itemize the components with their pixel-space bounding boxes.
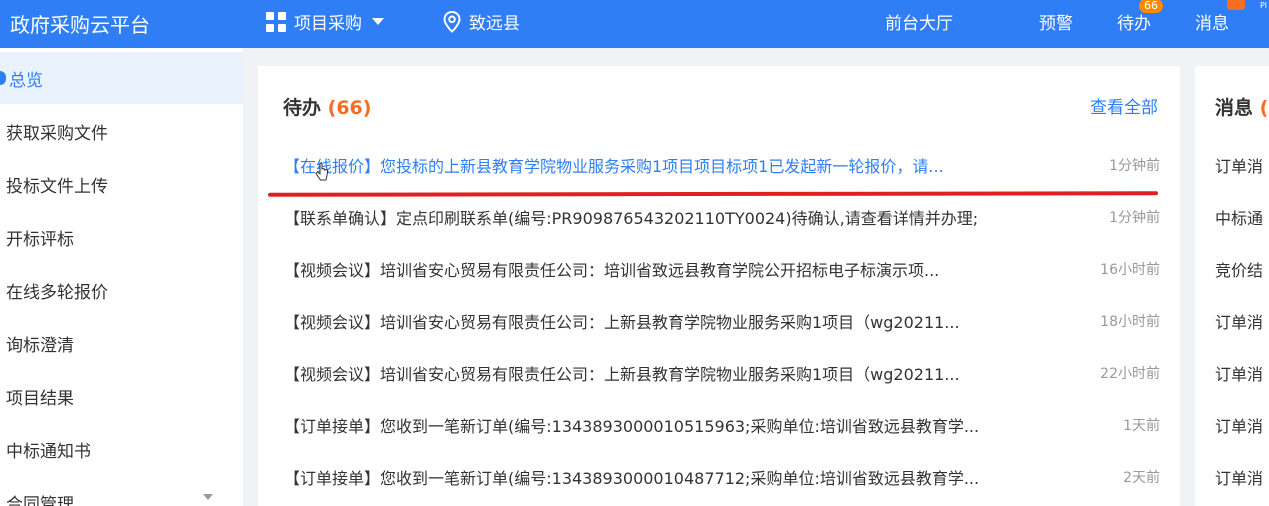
todo-count-badge: 66 <box>1139 0 1163 13</box>
todo-row-time: 1天前 <box>1123 418 1160 434</box>
sidebar-item-bid-upload[interactable]: 投标文件上传 <box>0 158 243 210</box>
chevron-down-icon <box>203 494 213 500</box>
sidebar-item-label: 中标通知书 <box>6 441 91 462</box>
brand-title[interactable]: 政府采购云平台 <box>10 9 150 38</box>
sidebar-item-award-notice[interactable]: 中标通知书 <box>0 423 243 475</box>
todo-row-time: 18小时前 <box>1100 314 1160 330</box>
sidebar: 总览 获取采购文件 投标文件上传 开标评标 在线多轮报价 询标澄清 项目结果 中… <box>0 48 243 506</box>
sidebar-item-bid-opening[interactable]: 开标评标 <box>0 211 243 263</box>
mouse-cursor-icon <box>315 162 329 186</box>
todo-panel-title: 待办 (66) <box>283 93 371 120</box>
location-label: 致远县 <box>469 14 520 34</box>
todo-row-text: 【订单接单】您收到一笔新订单(编号:134389300001048771​2;采… <box>284 469 980 488</box>
sidebar-item-results[interactable]: 项目结果 <box>0 370 243 422</box>
message-row[interactable]: 订单消 <box>1215 361 1263 385</box>
todo-row[interactable]: 【订单接单】您收到一笔新订单(编号:134389300001051596​3;采… <box>284 413 1160 443</box>
todo-row[interactable]: 【在线报价】您投标的上新县教育学院物业服务采购1项目项目标项1已发起新一轮报价，… <box>284 153 1160 183</box>
todo-row[interactable]: 【联系单确认】定点印刷联系单(编号:PR909876543202110TY002… <box>284 205 1160 235</box>
messages-title-text: 消息 <box>1215 97 1254 119</box>
alert-link[interactable]: 预警 <box>1039 9 1073 34</box>
sidebar-item-clarification[interactable]: 询标澄清 <box>0 317 243 369</box>
todo-row-text: 【在线报价】您投标的上新县教育学院物业服务采购1项目项目标项1已发起新一轮报价，… <box>284 157 944 176</box>
active-indicator <box>0 71 6 85</box>
sidebar-item-get-documents[interactable]: 获取采购文件 <box>0 105 243 157</box>
todo-row-time: 2天前 <box>1123 470 1160 486</box>
todo-row[interactable]: 【视频会议】培训省安心贸易有限责任公司：上新县教育学院物业服务采购1项目（wg2… <box>284 361 1160 391</box>
caret-down-icon <box>372 18 384 25</box>
sidebar-item-online-quote[interactable]: 在线多轮报价 <box>0 264 243 316</box>
sidebar-item-label: 总览 <box>9 70 43 91</box>
sidebar-item-overview[interactable]: 总览 <box>0 52 243 104</box>
red-annotation-underline <box>267 191 1159 197</box>
message-row[interactable]: 竞价结 <box>1215 257 1263 281</box>
message-row[interactable]: 订单消 <box>1215 413 1263 437</box>
sidebar-item-label: 在线多轮报价 <box>6 282 108 303</box>
todo-count: (66) <box>327 97 372 119</box>
sidebar-item-label: 开标评标 <box>6 229 74 250</box>
todo-title-text: 待办 <box>283 97 322 119</box>
todo-row-time: 1分钟前 <box>1109 210 1160 226</box>
todo-label: 待办 <box>1117 14 1151 34</box>
front-hall-link[interactable]: 前台大厅 <box>885 9 953 34</box>
todo-link[interactable]: 待办 66 <box>1117 0 1163 34</box>
todo-row-text: 【视频会议】培训省安心贸易有限责任公司：上新县教育学院物业服务采购1项目（wg2… <box>284 365 960 384</box>
todo-row-time: 1分钟前 <box>1109 158 1160 174</box>
messages-panel: 消息 ( 订单消 中标通 竞价结 订单消 订单消 订单消 订单消 <box>1195 66 1269 506</box>
location-selector[interactable]: 致远县 <box>443 9 520 34</box>
todo-row[interactable]: 【视频会议】培训省安心贸易有限责任公司：培训省致远县教育学院公开招标电子标演示项… <box>284 257 1160 287</box>
todo-row-text: 【联系单确认】定点印刷联系单(编号:PR909876543202110TY002… <box>284 209 979 228</box>
todo-row-time: 16小时前 <box>1100 262 1160 278</box>
messages-count: ( <box>1259 97 1269 119</box>
project-procurement-menu[interactable]: 项目采购 <box>266 9 384 34</box>
todo-row-text: 【视频会议】培训省安心贸易有限责任公司：上新县教育学院物业服务采购1项目（wg2… <box>284 313 960 332</box>
grid-icon <box>266 11 286 32</box>
notification-corner-badge[interactable] <box>1227 0 1245 10</box>
sidebar-item-label: 询标澄清 <box>6 335 74 356</box>
todo-row-text: 【订单接单】您收到一笔新订单(编号:134389300001051596​3;采… <box>284 417 980 436</box>
message-row[interactable]: 中标通 <box>1215 205 1263 229</box>
view-all-link[interactable]: 查看全部 <box>1090 93 1158 118</box>
todo-row-time: 22小时前 <box>1100 366 1160 382</box>
corner-label: Pl <box>1259 1 1267 10</box>
todo-row[interactable]: 【视频会议】培训省安心贸易有限责任公司：上新县教育学院物业服务采购1项目（wg2… <box>284 309 1160 339</box>
sidebar-item-label: 项目结果 <box>6 388 74 409</box>
location-pin-icon <box>443 10 461 33</box>
sidebar-item-label: 获取采购文件 <box>6 123 108 144</box>
sidebar-item-label: 投标文件上传 <box>6 176 108 197</box>
sidebar-item-label: 合同管理 <box>6 494 74 506</box>
message-row[interactable]: 订单消 <box>1215 309 1263 333</box>
messages-panel-title: 消息 ( <box>1215 93 1268 120</box>
todo-row[interactable]: 【订单接单】您收到一笔新订单(编号:134389300001048771​2;采… <box>284 465 1160 495</box>
todo-panel: 待办 (66) 查看全部 【在线报价】您投标的上新县教育学院物业服务采购1项目项… <box>258 66 1180 506</box>
message-row[interactable]: 订单消 <box>1215 465 1263 489</box>
messages-link[interactable]: 消息 <box>1195 9 1229 34</box>
sidebar-item-contracts[interactable]: 合同管理 <box>0 476 243 506</box>
todo-row-text: 【视频会议】培训省安心贸易有限责任公司：培训省致远县教育学院公开招标电子标演示项… <box>284 261 940 280</box>
message-row[interactable]: 订单消 <box>1215 153 1263 177</box>
project-menu-label: 项目采购 <box>294 14 362 34</box>
top-navbar: 政府采购云平台 项目采购 致远县 前台大厅 预警 待办 66 消息 Pl <box>0 0 1269 48</box>
